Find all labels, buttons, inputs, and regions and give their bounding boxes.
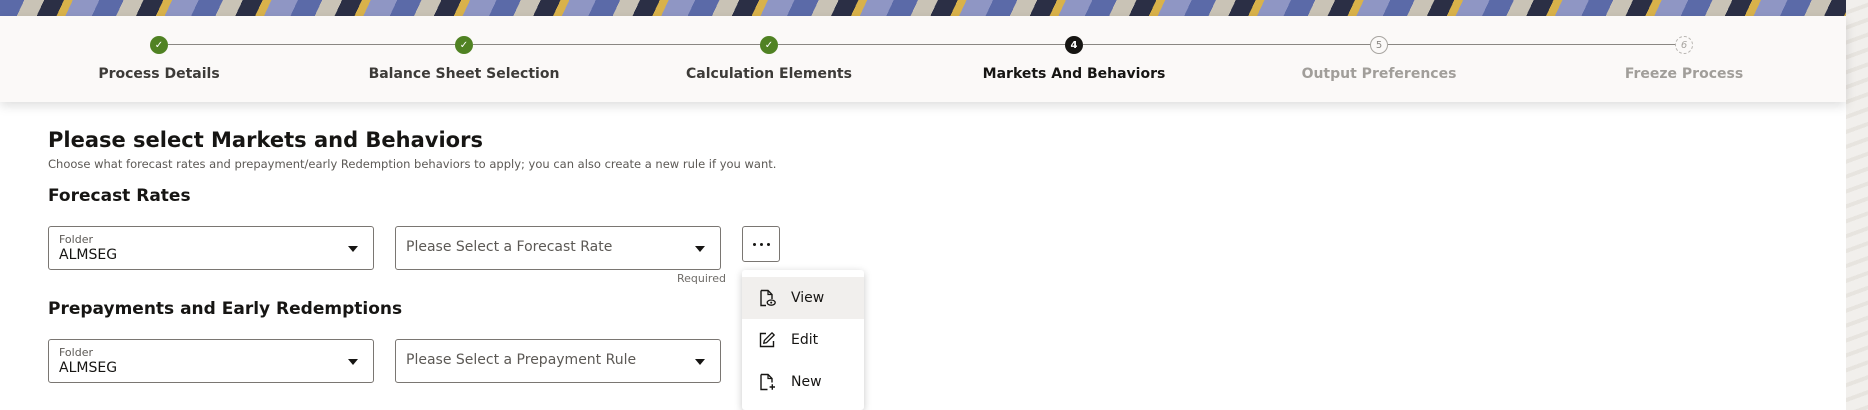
menu-item-label: Edit bbox=[791, 332, 819, 348]
train-step-label: Calculation Elements bbox=[686, 66, 852, 82]
prepayment-rule-placeholder: Please Select a Prepayment Rule bbox=[406, 352, 637, 368]
train-step-freeze-process: 6 Freeze Process bbox=[1534, 36, 1834, 82]
forecast-rates-heading: Forecast Rates bbox=[48, 186, 191, 206]
edit-icon bbox=[759, 332, 775, 348]
more-horizontal-icon bbox=[752, 242, 756, 246]
checkmark-icon: ✓ bbox=[150, 36, 168, 54]
checkmark-icon: ✓ bbox=[455, 36, 473, 54]
required-hint: Required bbox=[677, 272, 726, 285]
step-number-badge: 6 bbox=[1675, 36, 1693, 54]
more-horizontal-icon bbox=[759, 242, 763, 246]
menu-item-view[interactable]: View bbox=[742, 277, 864, 319]
folder-label: Folder bbox=[59, 233, 93, 246]
train-step-label: Freeze Process bbox=[1624, 66, 1744, 82]
menu-item-label: View bbox=[791, 290, 825, 306]
menu-item-label: New bbox=[791, 374, 822, 390]
forecast-folder-select[interactable]: Folder ALMSEG bbox=[48, 226, 374, 270]
menu-item-new[interactable]: New bbox=[742, 361, 864, 403]
folder-value: ALMSEG bbox=[59, 360, 118, 376]
train-step-markets-and-behaviors[interactable]: 4 Markets And Behaviors bbox=[924, 36, 1224, 82]
step-number-badge: 5 bbox=[1370, 36, 1388, 54]
train-step-label: Process Details bbox=[98, 66, 220, 82]
step-number-badge: 4 bbox=[1065, 36, 1083, 54]
train-step-label: Balance Sheet Selection bbox=[368, 66, 560, 82]
header-banner bbox=[0, 0, 1868, 16]
prepayment-rule-select[interactable]: Please Select a Prepayment Rule bbox=[395, 339, 721, 383]
forecast-rate-select[interactable]: Please Select a Forecast Rate bbox=[395, 226, 721, 270]
more-horizontal-icon bbox=[766, 242, 770, 246]
prepayments-heading: Prepayments and Early Redemptions bbox=[48, 299, 403, 319]
right-edge-decoration bbox=[1846, 0, 1868, 410]
train-step-output-preferences[interactable]: 5 Output Preferences bbox=[1229, 36, 1529, 82]
chevron-down-icon bbox=[348, 359, 358, 365]
train-step-calculation-elements[interactable]: ✓ Calculation Elements bbox=[619, 36, 919, 82]
folder-value: ALMSEG bbox=[59, 247, 118, 263]
view-document-icon bbox=[760, 289, 776, 307]
prepayment-folder-select[interactable]: Folder ALMSEG bbox=[48, 339, 374, 383]
new-document-icon bbox=[760, 373, 775, 391]
train-step-label: Markets And Behaviors bbox=[982, 66, 1166, 82]
process-train: ✓ Process Details ✓ Balance Sheet Select… bbox=[0, 16, 1846, 102]
train-step-balance-sheet-selection[interactable]: ✓ Balance Sheet Selection bbox=[314, 36, 614, 82]
folder-label: Folder bbox=[59, 346, 93, 359]
more-actions-button[interactable] bbox=[742, 226, 780, 262]
forecast-rate-placeholder: Please Select a Forecast Rate bbox=[406, 239, 613, 255]
chevron-down-icon bbox=[348, 246, 358, 252]
page-description: Choose what forecast rates and prepaymen… bbox=[48, 157, 777, 171]
chevron-down-icon bbox=[695, 359, 705, 365]
chevron-down-icon bbox=[695, 246, 705, 252]
train-step-label: Output Preferences bbox=[1301, 66, 1457, 82]
train-step-process-details[interactable]: ✓ Process Details bbox=[9, 36, 309, 82]
page-title: Please select Markets and Behaviors bbox=[48, 128, 483, 152]
actions-menu: View Edit New bbox=[742, 270, 864, 410]
menu-item-edit[interactable]: Edit bbox=[742, 319, 864, 361]
checkmark-icon: ✓ bbox=[760, 36, 778, 54]
